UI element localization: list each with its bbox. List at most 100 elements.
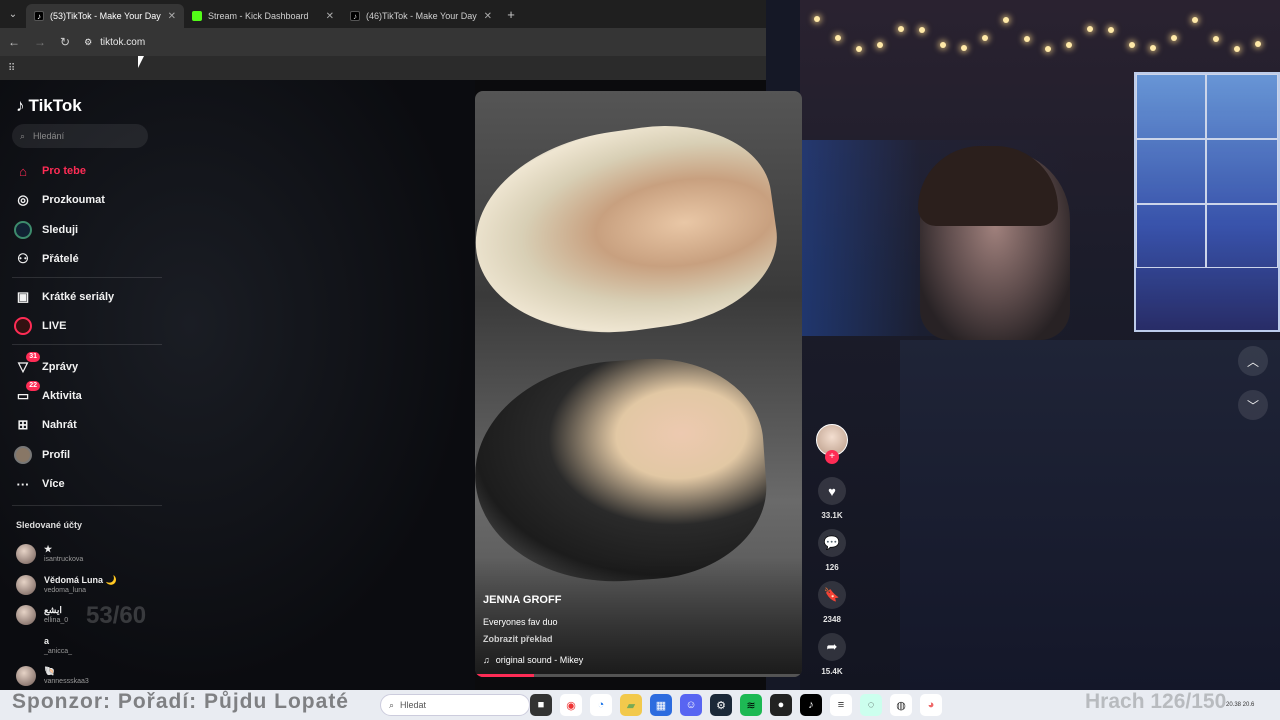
nav-nahrat[interactable]: ⊞ Nahrát bbox=[14, 414, 164, 436]
nav-zpravy[interactable]: ▽ 31 Zprávy bbox=[14, 352, 164, 378]
reload-icon[interactable]: ↻ bbox=[60, 35, 70, 49]
light-bulb bbox=[1024, 35, 1030, 42]
taskbar-search[interactable]: ⌕ Hledat bbox=[380, 694, 530, 716]
followed-account[interactable]: 🐚 vannessskaa3 bbox=[16, 663, 166, 689]
heart-icon[interactable]: ♥ bbox=[818, 477, 846, 505]
tab-2[interactable]: Stream - Kick Dashboard ✕ bbox=[184, 4, 342, 28]
shelf-cell bbox=[1206, 204, 1278, 268]
stream-overlay-text: Sponzor: Pořadí: Půjdu Lopaté bbox=[12, 690, 349, 713]
chevron-up-icon[interactable]: ︿ bbox=[1238, 346, 1268, 376]
profile-icon bbox=[14, 446, 32, 464]
account-username: isantruckova bbox=[44, 556, 84, 563]
task-view-icon[interactable]: ■ bbox=[530, 694, 552, 716]
nav-label: Profil bbox=[42, 449, 71, 461]
bookmark-icon[interactable]: 🔖 bbox=[818, 581, 846, 609]
comment-icon[interactable]: 💬 bbox=[818, 529, 846, 557]
light-bulb bbox=[877, 41, 883, 48]
close-icon[interactable]: ✕ bbox=[168, 11, 176, 22]
nav-pro-tebe[interactable]: ⌂ Pro tebe bbox=[14, 160, 164, 182]
mouse-cursor bbox=[138, 56, 144, 68]
close-icon[interactable]: ✕ bbox=[484, 11, 492, 22]
calculator-icon[interactable]: ▦ bbox=[650, 694, 672, 716]
new-tab-button[interactable]: + bbox=[500, 7, 522, 22]
nav-pratele[interactable]: ⚇ Přátelé bbox=[14, 248, 164, 270]
back-icon[interactable]: ← bbox=[8, 35, 20, 49]
nav-live[interactable]: LIVE bbox=[14, 315, 164, 337]
nav-sleduji[interactable]: Sleduji bbox=[14, 219, 164, 241]
shelf bbox=[1134, 72, 1280, 332]
tab-title: (53)TikTok - Make Your Day bbox=[50, 11, 161, 21]
apps-icon[interactable]: ⠿ bbox=[8, 63, 15, 74]
app-icon[interactable]: ≡ bbox=[830, 694, 852, 716]
translate-link[interactable]: Zobrazit překlad bbox=[483, 634, 553, 644]
search-placeholder: Hledání bbox=[33, 131, 65, 141]
video-description: Everyones fav duo bbox=[483, 617, 558, 627]
firefox-icon[interactable]: ◕ bbox=[920, 694, 942, 716]
light-bulb bbox=[1108, 26, 1114, 33]
nav-kratke-serialy[interactable]: ▣ Krátké seriály bbox=[14, 286, 164, 308]
share-icon[interactable]: ➦ bbox=[818, 633, 846, 661]
followed-account[interactable]: ★ isantruckova bbox=[16, 541, 166, 567]
tab-1[interactable]: ♪ (53)TikTok - Make Your Day ✕ bbox=[26, 4, 184, 28]
save-action[interactable]: 🔖 2348 bbox=[812, 581, 852, 624]
steam-icon[interactable]: ⚙ bbox=[710, 694, 732, 716]
nav-label: LIVE bbox=[42, 320, 67, 332]
account-username: vedoma_luna bbox=[44, 587, 87, 594]
spotify-icon[interactable]: ≋ bbox=[740, 694, 762, 716]
taskbar-clock: 20.38 20.6 bbox=[1226, 702, 1255, 708]
obs-icon[interactable]: ◍ bbox=[890, 694, 912, 716]
shelf-cell bbox=[1136, 204, 1206, 268]
light-bulb bbox=[856, 45, 862, 52]
follow-plus-icon[interactable]: + bbox=[825, 450, 839, 464]
stream-overlay-text-right: Hrach 126/150 bbox=[1085, 690, 1227, 713]
chrome-icon[interactable]: ◉ bbox=[560, 694, 582, 716]
messages-badge: 31 bbox=[26, 352, 40, 362]
video-sound[interactable]: ♫ original sound - Mikey bbox=[483, 655, 583, 665]
edge-icon[interactable]: ◔ bbox=[590, 694, 612, 716]
divider bbox=[12, 277, 162, 278]
divider bbox=[12, 344, 162, 345]
taskbar-apps: ■ ◉ ◔ ▰ ▦ ☺ ⚙ ≋ ● ♪ ≡ ◌ ◍ ◕ bbox=[530, 694, 942, 716]
search-input[interactable]: ⌕ Hledání bbox=[12, 124, 148, 148]
app-icon[interactable]: ◌ bbox=[860, 694, 882, 716]
followed-account[interactable]: a _anicca_ bbox=[16, 633, 166, 659]
video-progress-bar[interactable] bbox=[475, 674, 802, 677]
video-player[interactable]: JENNA GROFF Everyones fav duo Zobrazit p… bbox=[475, 91, 802, 677]
nav-profil[interactable]: Profil bbox=[14, 444, 164, 466]
video-author[interactable]: JENNA GROFF bbox=[483, 594, 561, 606]
avatar bbox=[16, 636, 36, 656]
light-bulb bbox=[1192, 17, 1198, 23]
discord-icon[interactable]: ☺ bbox=[680, 694, 702, 716]
nav-vice[interactable]: ··· Více bbox=[14, 473, 164, 495]
site-info-icon[interactable]: ⚙ bbox=[84, 37, 92, 48]
nav-label: Přátelé bbox=[42, 253, 79, 265]
nav-label: Zprávy bbox=[42, 361, 79, 373]
tab-3[interactable]: ♪ (46)TikTok - Make Your Day ✕ bbox=[342, 4, 500, 28]
tab-search-button[interactable]: ⌄ bbox=[0, 0, 26, 28]
folder-icon[interactable]: ▰ bbox=[620, 694, 642, 716]
share-action[interactable]: ➦ 15.4K bbox=[812, 633, 852, 676]
comment-count: 126 bbox=[825, 563, 839, 572]
url-field[interactable]: ⚙ tiktok.com bbox=[84, 37, 145, 48]
tiktok-logo[interactable]: ♪ TikTok bbox=[16, 96, 82, 116]
light-bulb bbox=[1129, 42, 1135, 49]
forward-icon[interactable]: → bbox=[34, 35, 46, 49]
account-name: ايشع bbox=[44, 605, 62, 615]
nav-label: Více bbox=[42, 478, 65, 490]
comment-action[interactable]: 💬 126 bbox=[812, 529, 852, 572]
url-text: tiktok.com bbox=[100, 36, 146, 48]
chevron-down-icon[interactable]: ﹀ bbox=[1238, 390, 1268, 420]
close-icon[interactable]: ✕ bbox=[326, 11, 334, 22]
nav-prozkoumat[interactable]: ◎ Prozkoumat bbox=[14, 189, 164, 211]
avatar bbox=[16, 666, 36, 686]
light-bulb bbox=[1171, 34, 1177, 41]
tiktok-icon[interactable]: ♪ bbox=[800, 694, 822, 716]
like-action[interactable]: ♥ 33.1K bbox=[812, 477, 852, 520]
room-background bbox=[900, 340, 1280, 690]
nav-aktivita[interactable]: ▭ 22 Aktivita bbox=[14, 381, 164, 407]
account-username: vannessskaa3 bbox=[44, 678, 89, 685]
sidebar: ♪ TikTok ⌕ Hledání ⌂ Pro tebe ◎ Prozkoum… bbox=[0, 80, 170, 690]
followed-account[interactable]: Vědomá Luna 🌙 vedoma_luna bbox=[16, 572, 166, 598]
following-icon bbox=[14, 221, 32, 239]
app-icon[interactable]: ● bbox=[770, 694, 792, 716]
